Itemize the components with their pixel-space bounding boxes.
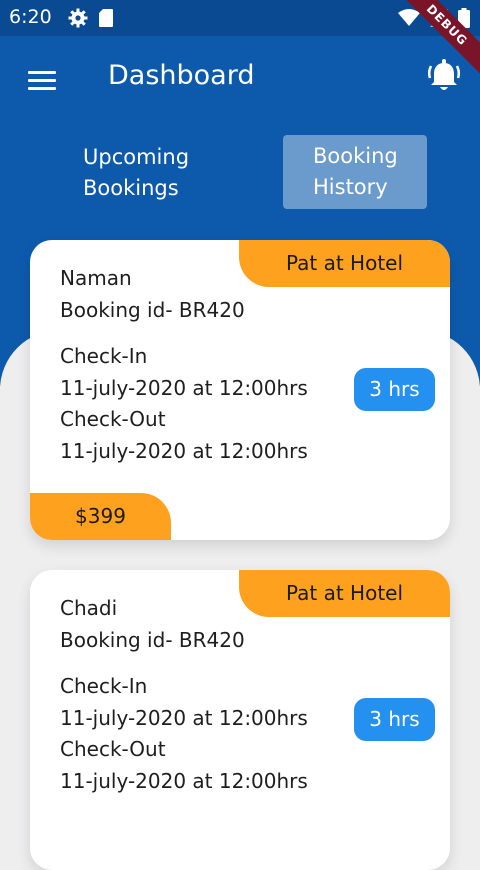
guest-name: Naman <box>60 266 132 290</box>
booking-id: Booking id- BR420 <box>60 628 245 652</box>
booking-status-tag: Pat at Hotel <box>239 240 450 287</box>
duration-badge: 3 hrs <box>354 698 435 741</box>
wifi-icon <box>398 9 420 26</box>
booking-id: Booking id- BR420 <box>60 298 245 322</box>
checkout-value: 11-july-2020 at 12:00hrs <box>60 769 308 793</box>
checkin-value: 11-july-2020 at 12:00hrs <box>60 706 308 730</box>
booking-card[interactable]: Pat at Hotel Naman Booking id- BR420 Che… <box>30 240 450 540</box>
page-title: Dashboard <box>108 60 255 91</box>
tab-label-line2: Bookings <box>83 176 179 200</box>
booking-card[interactable]: Pat at Hotel Chadi Booking id- BR420 Che… <box>30 570 450 870</box>
price-tag: $399 <box>30 493 171 540</box>
status-bar: 6:20 DEBUG <box>0 0 480 79</box>
tab-label-line2: History <box>313 175 388 199</box>
gear-icon <box>68 8 88 28</box>
status-time: 6:20 <box>9 6 52 28</box>
tab-label-line1: Upcoming <box>83 145 190 169</box>
sd-card-icon <box>99 9 113 27</box>
checkout-value: 11-july-2020 at 12:00hrs <box>60 439 308 463</box>
checkout-label: Check-Out <box>60 407 166 431</box>
booking-status-tag: Pat at Hotel <box>239 570 450 617</box>
bell-icon[interactable] <box>427 58 461 94</box>
tab-upcoming-bookings[interactable]: Upcoming Bookings <box>69 136 213 210</box>
menu-icon[interactable] <box>28 71 56 91</box>
checkin-value: 11-july-2020 at 12:00hrs <box>60 376 308 400</box>
tab-booking-history[interactable]: Booking History <box>283 135 427 209</box>
duration-badge: 3 hrs <box>354 368 435 411</box>
checkin-label: Check-In <box>60 674 148 698</box>
tab-label-line1: Booking <box>313 144 398 168</box>
guest-name: Chadi <box>60 596 118 620</box>
checkout-label: Check-Out <box>60 737 166 761</box>
checkin-label: Check-In <box>60 344 148 368</box>
